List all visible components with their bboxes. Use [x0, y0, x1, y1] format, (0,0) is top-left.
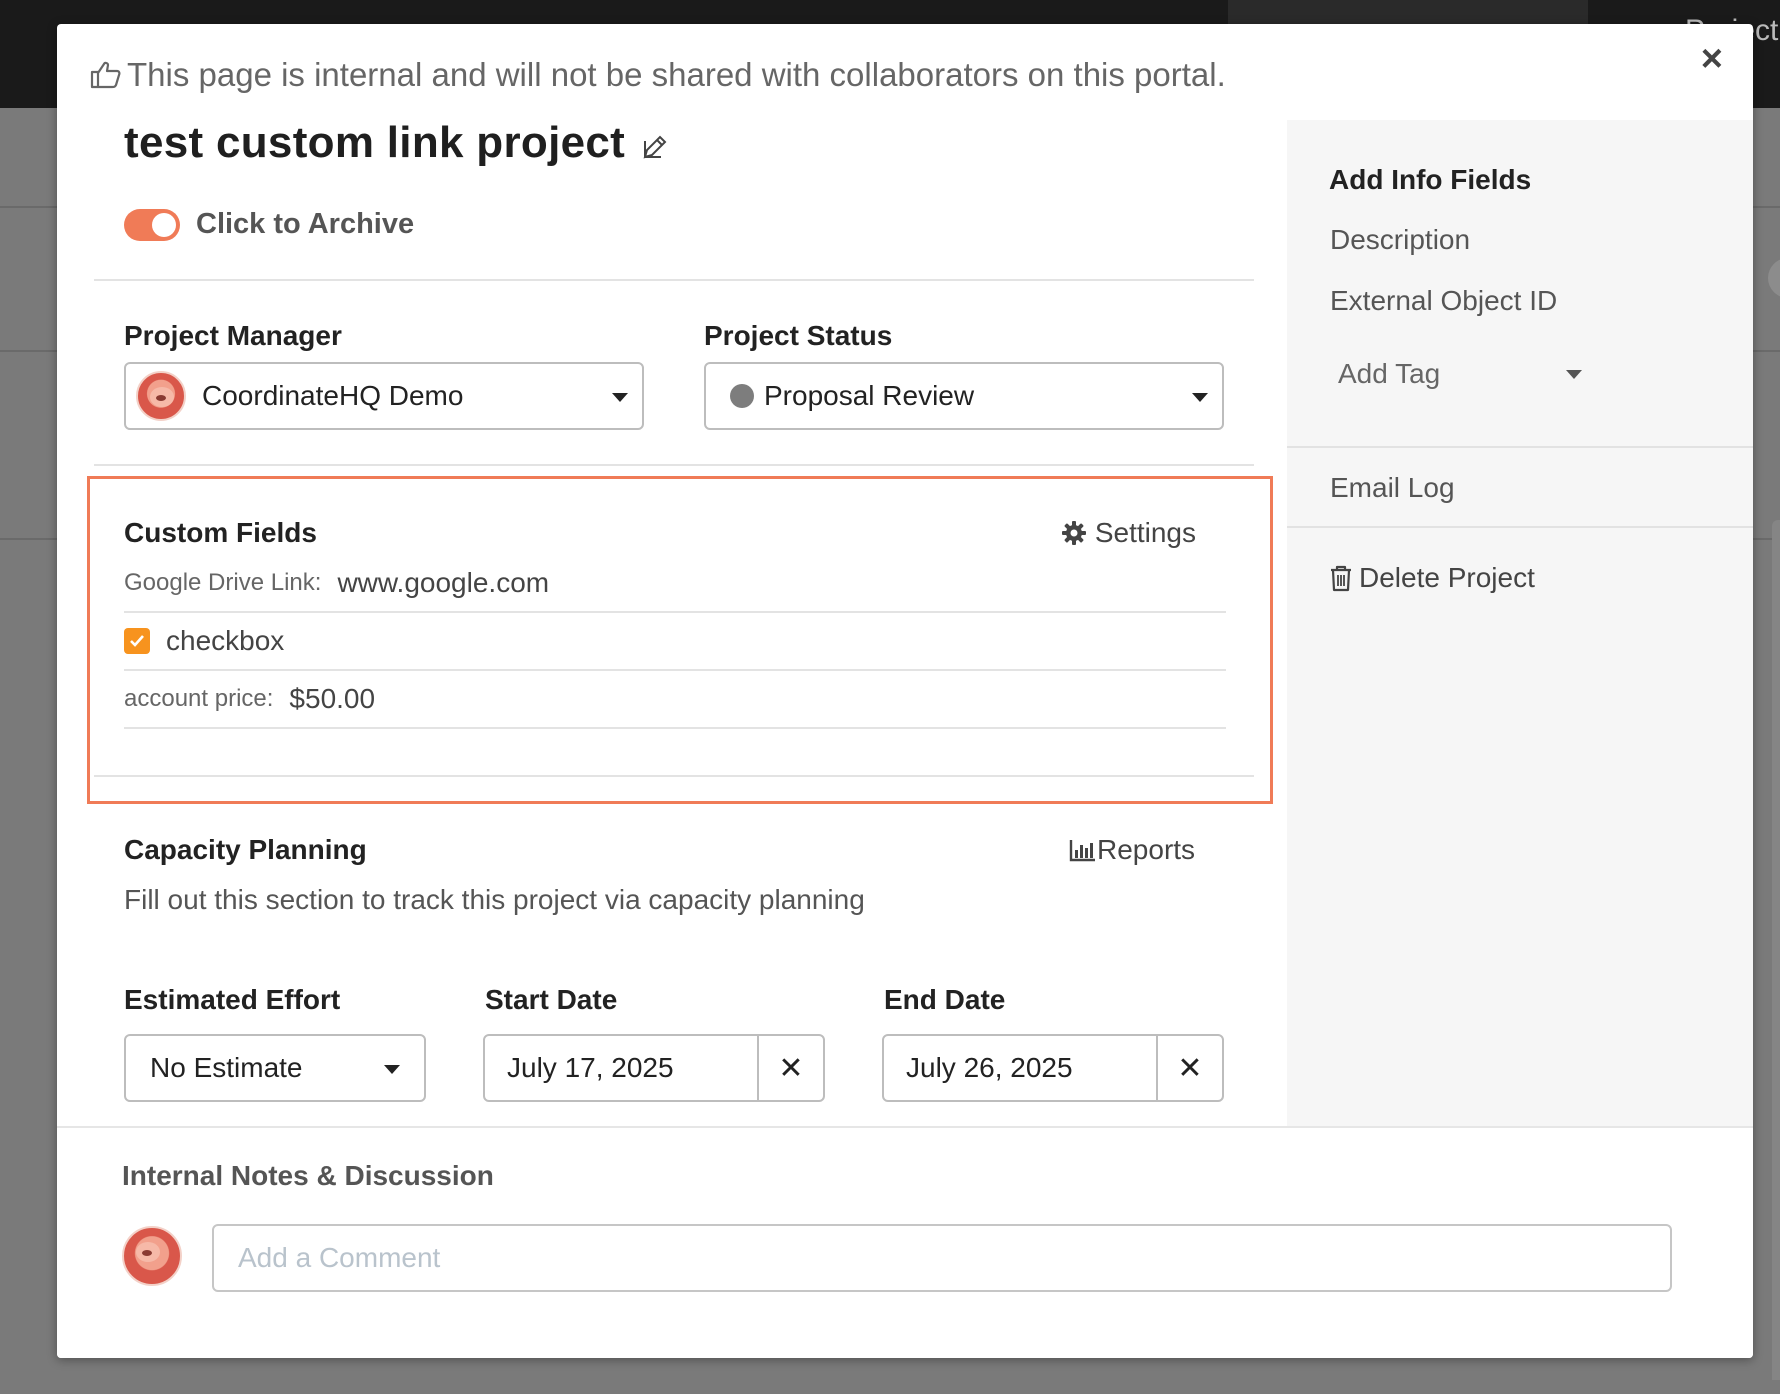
divider [94, 775, 1254, 777]
title-row: test custom link project [124, 118, 669, 168]
estimated-effort-value: No Estimate [150, 1052, 303, 1083]
comment-input[interactable] [212, 1224, 1672, 1292]
custom-field-checkbox[interactable] [124, 628, 150, 654]
email-log-link[interactable]: Email Log [1330, 472, 1455, 504]
notes-title: Internal Notes & Discussion [122, 1160, 494, 1191]
start-date-input[interactable]: July 17, 2025 [485, 1036, 759, 1100]
avatar [136, 371, 186, 421]
project-main-panel: This page is internal and will not be sh… [57, 24, 1287, 1126]
custom-field-row: account price: $50.00 [124, 671, 1226, 729]
internal-notice-text: This page is internal and will not be sh… [127, 56, 1226, 93]
chevron-down-icon [612, 393, 628, 402]
divider [1287, 446, 1753, 448]
notes-section: Internal Notes & Discussion [57, 1126, 1753, 1358]
end-date-picker: July 26, 2025 ✕ [882, 1034, 1224, 1102]
project-manager-label: Project Manager [124, 320, 342, 351]
delete-project-button[interactable]: Delete Project [1329, 562, 1535, 594]
sidebar-item-description[interactable]: Description [1330, 224, 1470, 256]
close-button[interactable]: × [1701, 40, 1723, 78]
project-manager-value: CoordinateHQ Demo [202, 380, 464, 411]
clear-start-date-button[interactable]: ✕ [759, 1036, 823, 1100]
clear-end-date-button[interactable]: ✕ [1158, 1036, 1222, 1100]
capacity-planning-description: Fill out this section to track this proj… [124, 884, 865, 915]
custom-field-key: account price: [124, 685, 274, 712]
chevron-down-icon [1192, 393, 1208, 402]
project-modal: This page is internal and will not be sh… [57, 24, 1753, 1358]
reports-label: Reports [1097, 834, 1196, 865]
chevron-down-icon [384, 1065, 400, 1074]
start-date-picker: July 17, 2025 ✕ [483, 1034, 825, 1102]
background-avatar [1768, 258, 1780, 298]
toggle-knob [152, 212, 176, 237]
custom-fields-title: Custom Fields [124, 517, 317, 548]
end-date-label: End Date [884, 984, 1006, 1015]
custom-field-value[interactable]: www.google.com [337, 567, 549, 599]
settings-label: Settings [1094, 517, 1196, 548]
custom-field-checkbox-label: checkbox [166, 625, 285, 656]
capacity-planning-title: Capacity Planning [124, 834, 367, 865]
avatar [122, 1226, 182, 1286]
project-status-label: Project Status [704, 320, 893, 351]
status-dot-icon [730, 384, 754, 408]
project-status-select[interactable]: Proposal Review [704, 362, 1224, 430]
add-info-fields-title: Add Info Fields [1329, 164, 1532, 195]
estimated-effort-select[interactable]: No Estimate [124, 1034, 426, 1102]
edit-icon[interactable] [641, 133, 669, 161]
custom-fields-section: Custom Fields Settings Google Drive Link… [87, 476, 1273, 804]
sidebar-item-external-object-id[interactable]: External Object ID [1330, 285, 1557, 317]
trash-icon [1331, 565, 1351, 592]
custom-field-key: Google Drive Link: [124, 569, 322, 596]
add-tag-label: Add Tag [1338, 358, 1441, 389]
end-date-input[interactable]: July 26, 2025 [884, 1036, 1158, 1100]
bar-chart-icon [1069, 840, 1095, 862]
thumbs-up-icon [90, 61, 121, 89]
archive-toggle[interactable] [124, 208, 180, 241]
divider [94, 279, 1254, 281]
project-status-value: Proposal Review [764, 380, 975, 411]
settings-button[interactable]: Settings [1061, 517, 1196, 549]
chevron-down-icon [1566, 370, 1582, 379]
gear-icon [1061, 521, 1086, 545]
page-title: test custom link project [124, 118, 626, 167]
background-panel [1772, 520, 1780, 1380]
custom-field-row: Google Drive Link: www.google.com [124, 555, 1226, 613]
delete-project-label: Delete Project [1359, 562, 1535, 593]
info-sidebar: Add Info Fields Description External Obj… [1287, 120, 1753, 1126]
checkmark-icon [130, 635, 144, 647]
archive-label: Click to Archive [196, 208, 415, 240]
start-date-label: Start Date [485, 984, 618, 1015]
project-manager-select[interactable]: CoordinateHQ Demo [124, 362, 644, 430]
custom-field-row: checkbox [124, 613, 1226, 671]
archive-row: Click to Archive [124, 208, 414, 241]
add-tag-dropdown[interactable]: Add Tag [1338, 358, 1582, 390]
divider [1287, 526, 1753, 528]
estimated-effort-label: Estimated Effort [124, 984, 341, 1015]
divider [94, 464, 1254, 466]
internal-notice: This page is internal and will not be sh… [89, 56, 1226, 94]
reports-button[interactable]: Reports [1069, 834, 1195, 866]
custom-field-value[interactable]: $50.00 [289, 683, 375, 715]
